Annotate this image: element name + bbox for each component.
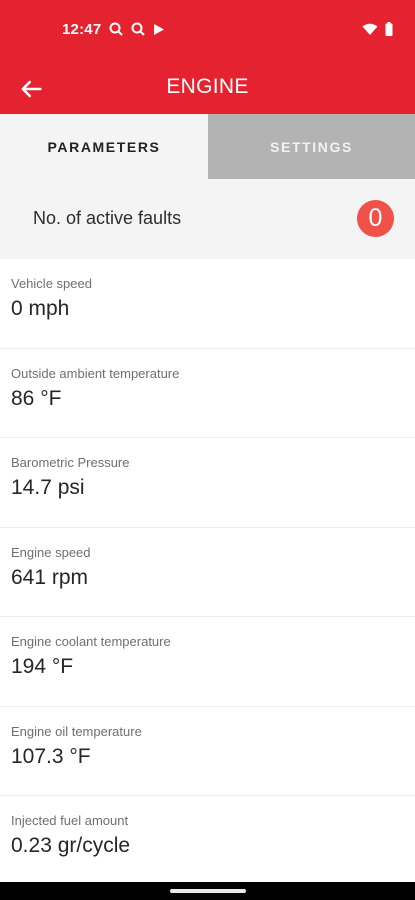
active-faults-count-badge: 0	[357, 200, 394, 237]
list-item-vehicle-speed[interactable]: Vehicle speed 0 mph	[0, 259, 415, 349]
status-time: 12:47	[62, 21, 102, 38]
param-label: Engine oil temperature	[11, 723, 142, 739]
param-value: 14.7 psi	[11, 476, 85, 499]
param-value: 641 rpm	[11, 565, 89, 589]
list-item-ambient-temperature[interactable]: Outside ambient temperature 86 °F	[0, 349, 415, 438]
battery-icon	[385, 22, 393, 36]
tab-bar: PARAMETERS SETTINGS	[0, 114, 415, 179]
status-notification-icons	[109, 22, 165, 36]
notification-icon	[131, 22, 145, 36]
param-label: Injected fuel amount	[11, 813, 129, 828]
param-value: 0.23 gr/cycle	[11, 834, 131, 857]
tab-settings[interactable]: SETTINGS	[208, 114, 415, 179]
status-bar: 12:47	[0, 0, 415, 62]
parameters-list: Vehicle speed 0 mph Outside ambient temp…	[0, 259, 415, 886]
active-faults-row[interactable]: No. of active faults	[0, 179, 415, 259]
param-label: Outside ambient temperature	[11, 365, 180, 381]
param-label: Vehicle speed	[11, 276, 92, 291]
param-label: Engine coolant temperature	[11, 634, 171, 649]
active-faults-label: No. of active faults	[33, 208, 182, 228]
tab-parameters[interactable]: PARAMETERS	[0, 114, 208, 179]
notification-icon	[109, 22, 123, 36]
list-item-injected-fuel[interactable]: Injected fuel amount 0.23 gr/cycle	[0, 796, 415, 886]
param-value: 86 °F	[11, 386, 62, 410]
param-value: 194 °F	[11, 655, 74, 678]
page-title: ENGINE	[166, 75, 249, 98]
status-system-icons	[362, 22, 393, 36]
system-navigation-bar	[0, 882, 415, 900]
list-item-engine-speed[interactable]: Engine speed 641 rpm	[0, 528, 415, 617]
play-store-icon	[154, 23, 164, 35]
wifi-icon	[362, 23, 378, 35]
param-label: Barometric Pressure	[11, 455, 130, 470]
app-bar: ENGINE	[0, 62, 415, 114]
list-item-coolant-temperature[interactable]: Engine coolant temperature 194 °F	[0, 617, 415, 707]
list-item-oil-temperature[interactable]: Engine oil temperature 107.3 °F	[0, 707, 415, 796]
param-value: 107.3 °F	[11, 744, 91, 768]
list-item-barometric-pressure[interactable]: Barometric Pressure 14.7 psi	[0, 438, 415, 528]
param-value: 0 mph	[11, 297, 70, 320]
param-label: Engine speed	[11, 544, 91, 560]
home-gesture-handle[interactable]	[170, 889, 246, 893]
